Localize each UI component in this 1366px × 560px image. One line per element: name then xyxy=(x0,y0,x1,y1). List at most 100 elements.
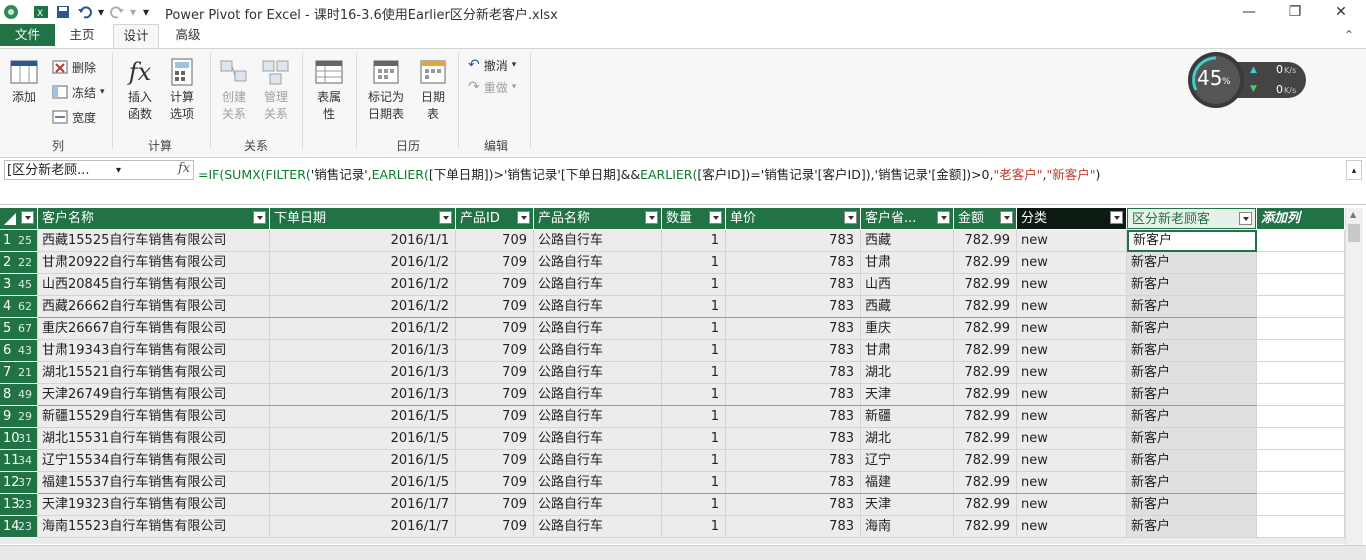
quantity-cell[interactable]: 1 xyxy=(662,274,726,296)
add-column-cell[interactable] xyxy=(1257,472,1345,494)
unit-price-cell[interactable]: 783 xyxy=(726,340,861,362)
network-speed-widget[interactable]: 45 % ▲ 0 K/s ▼ 0 K/s xyxy=(1188,52,1308,108)
add-column-cell[interactable] xyxy=(1257,516,1345,538)
add-column-cell[interactable] xyxy=(1257,450,1345,472)
add-column-cell[interactable] xyxy=(1257,340,1345,362)
new-old-customer-cell[interactable]: 新客户 xyxy=(1127,406,1257,428)
new-old-customer-cell[interactable]: 新客户 xyxy=(1127,428,1257,450)
unit-price-cell[interactable]: 783 xyxy=(726,406,861,428)
customer-name-cell[interactable]: 重庆26667自行车销售有限公司 xyxy=(38,318,270,340)
table-row[interactable]: 4 62 西藏26662自行车销售有限公司 2016/1/2 709 公路自行车 1 783 西… xyxy=(0,296,1345,318)
unit-price-cell[interactable]: 783 xyxy=(726,472,861,494)
unit-price-cell[interactable]: 783 xyxy=(726,450,861,472)
product-id-cell[interactable]: 709 xyxy=(456,296,534,318)
product-name-cell[interactable]: 公路自行车 xyxy=(534,406,662,428)
mark-date-table-button[interactable]: 标记为日期表 xyxy=(360,57,412,123)
quantity-cell[interactable]: 1 xyxy=(662,252,726,274)
col-header-order-date[interactable]: 下单日期 xyxy=(270,208,455,229)
customer-name-cell[interactable]: 海南15523自行车销售有限公司 xyxy=(38,516,270,538)
col-header-customer-name[interactable]: 客户名称 xyxy=(38,208,269,229)
row-number[interactable]: 5 67 xyxy=(0,318,38,340)
customer-name-cell[interactable]: 天津19323自行车销售有限公司 xyxy=(38,494,270,516)
order-date-cell[interactable]: 2016/1/5 xyxy=(270,472,456,494)
unit-price-cell[interactable]: 783 xyxy=(726,384,861,406)
tab-file[interactable]: 文件 xyxy=(0,24,55,46)
table-row[interactable]: 10 31 湖北15531自行车销售有限公司 2016/1/5 709 公路自行车 1 783… xyxy=(0,428,1345,450)
add-column-button[interactable]: 添加 xyxy=(6,57,42,106)
category-cell[interactable]: new xyxy=(1017,362,1127,384)
add-column-cell[interactable] xyxy=(1257,362,1345,384)
quantity-cell[interactable]: 1 xyxy=(662,296,726,318)
product-id-cell[interactable]: 709 xyxy=(456,494,534,516)
row-number[interactable]: 6 43 xyxy=(0,340,38,362)
order-date-cell[interactable]: 2016/1/5 xyxy=(270,406,456,428)
product-name-cell[interactable]: 公路自行车 xyxy=(534,516,662,538)
order-date-cell[interactable]: 2016/1/2 xyxy=(270,252,456,274)
category-cell[interactable]: new xyxy=(1017,384,1127,406)
row-number[interactable]: 3 45 xyxy=(0,274,38,296)
order-date-cell[interactable]: 2016/1/1 xyxy=(270,230,456,252)
quantity-cell[interactable]: 1 xyxy=(662,340,726,362)
customer-name-cell[interactable]: 甘肃19343自行车销售有限公司 xyxy=(38,340,270,362)
province-cell[interactable]: 重庆 xyxy=(861,318,954,340)
amount-cell[interactable]: 782.99 xyxy=(954,494,1017,516)
unit-price-cell[interactable]: 783 xyxy=(726,516,861,538)
product-name-cell[interactable]: 公路自行车 xyxy=(534,318,662,340)
product-name-cell[interactable]: 公路自行车 xyxy=(534,472,662,494)
filter-dropdown-icon[interactable] xyxy=(21,211,34,224)
order-date-cell[interactable]: 2016/1/7 xyxy=(270,494,456,516)
order-date-cell[interactable]: 2016/1/3 xyxy=(270,340,456,362)
table-row[interactable]: 2 22 甘肃20922自行车销售有限公司 2016/1/2 709 公路自行车 1 783 甘… xyxy=(0,252,1345,274)
product-name-cell[interactable]: 公路自行车 xyxy=(534,230,662,252)
formula-input[interactable]: =IF(SUMX(FILTER('销售记录',EARLIER([下单日期])>'… xyxy=(198,164,1100,183)
table-row[interactable]: 12 37 福建15537自行车销售有限公司 2016/1/5 709 公路自行车 1 783… xyxy=(0,472,1345,494)
quantity-cell[interactable]: 1 xyxy=(662,406,726,428)
table-row[interactable]: 6 43 甘肃19343自行车销售有限公司 2016/1/3 709 公路自行车 1 783 甘… xyxy=(0,340,1345,362)
expand-formula-icon[interactable]: ▴ xyxy=(1346,160,1362,180)
row-number[interactable]: 9 29 xyxy=(0,406,38,428)
table-row[interactable]: 13 23 天津19323自行车销售有限公司 2016/1/7 709 公路自行车 1 783… xyxy=(0,494,1345,516)
col-header-unit-price[interactable]: 单价 xyxy=(726,208,860,229)
row-number[interactable]: 4 62 xyxy=(0,296,38,318)
new-old-customer-cell[interactable]: 新客户 xyxy=(1127,252,1257,274)
new-old-customer-cell[interactable]: 新客户 xyxy=(1127,274,1257,296)
add-column-cell[interactable] xyxy=(1257,296,1345,318)
col-header-product-name[interactable]: 产品名称 xyxy=(534,208,661,229)
minimize-icon[interactable]: — xyxy=(1226,0,1272,24)
amount-cell[interactable]: 782.99 xyxy=(954,516,1017,538)
category-cell[interactable]: new xyxy=(1017,472,1127,494)
unit-price-cell[interactable]: 783 xyxy=(726,230,861,252)
add-column-cell[interactable] xyxy=(1257,274,1345,296)
product-id-cell[interactable]: 709 xyxy=(456,428,534,450)
order-date-cell[interactable]: 2016/1/2 xyxy=(270,296,456,318)
category-cell[interactable]: new xyxy=(1017,252,1127,274)
filter-dropdown-icon[interactable] xyxy=(645,211,658,224)
add-column-cell[interactable] xyxy=(1257,384,1345,406)
unit-price-cell[interactable]: 783 xyxy=(726,318,861,340)
row-number[interactable]: 10 31 xyxy=(0,428,38,450)
province-cell[interactable]: 天津 xyxy=(861,494,954,516)
category-cell[interactable]: new xyxy=(1017,516,1127,538)
amount-cell[interactable]: 782.99 xyxy=(954,296,1017,318)
category-cell[interactable]: new xyxy=(1017,450,1127,472)
quantity-cell[interactable]: 1 xyxy=(662,428,726,450)
amount-cell[interactable]: 782.99 xyxy=(954,230,1017,252)
create-relationship-button[interactable]: 创建关系 xyxy=(214,57,254,123)
category-cell[interactable]: new xyxy=(1017,428,1127,450)
vertical-scrollbar[interactable]: ▲ xyxy=(1345,208,1363,553)
product-id-cell[interactable]: 709 xyxy=(456,318,534,340)
filter-dropdown-icon[interactable] xyxy=(844,211,857,224)
row-number[interactable]: 12 37 xyxy=(0,472,38,494)
category-cell[interactable]: new xyxy=(1017,340,1127,362)
product-id-cell[interactable]: 709 xyxy=(456,230,534,252)
province-cell[interactable]: 海南 xyxy=(861,516,954,538)
order-date-cell[interactable]: 2016/1/2 xyxy=(270,274,456,296)
table-row[interactable]: 11 34 辽宁15534自行车销售有限公司 2016/1/5 709 公路自行车 1 783… xyxy=(0,450,1345,472)
new-old-customer-cell[interactable]: 新客户 xyxy=(1127,296,1257,318)
table-row[interactable]: 5 67 重庆26667自行车销售有限公司 2016/1/2 709 公路自行车 1 783 重… xyxy=(0,318,1345,340)
product-id-cell[interactable]: 709 xyxy=(456,384,534,406)
customer-name-cell[interactable]: 山西20845自行车销售有限公司 xyxy=(38,274,270,296)
category-cell[interactable]: new xyxy=(1017,230,1127,252)
order-date-cell[interactable]: 2016/1/3 xyxy=(270,384,456,406)
add-column-cell[interactable] xyxy=(1257,494,1345,516)
